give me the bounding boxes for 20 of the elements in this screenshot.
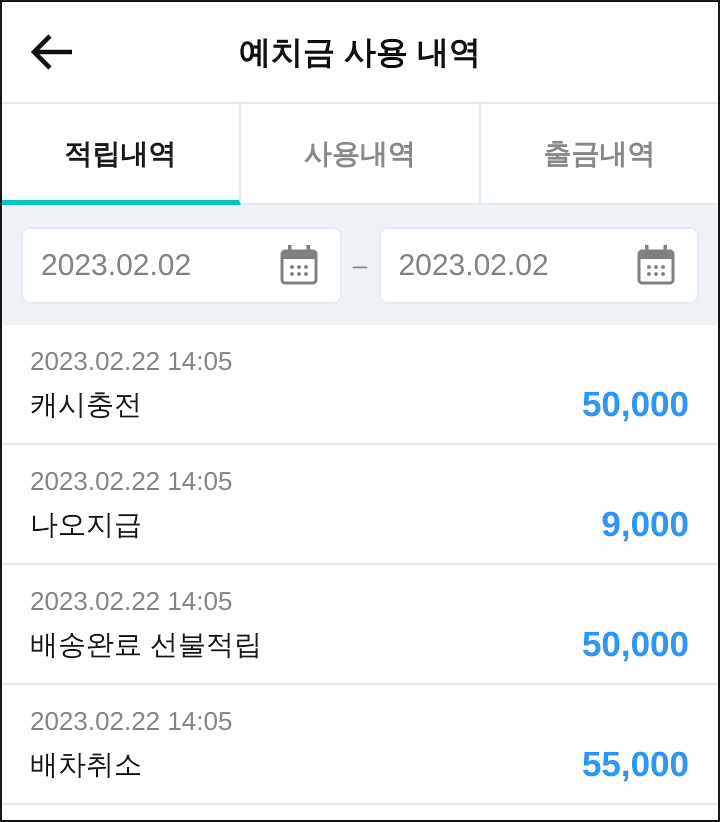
transaction-description: 나오지급	[30, 508, 142, 542]
date-separator: –	[352, 252, 368, 278]
transaction-datetime: 2023.02.22 14:05	[30, 586, 232, 617]
calendar-icon	[280, 245, 318, 285]
transaction-description: 배송완료 선불적립	[30, 628, 262, 662]
back-arrow-icon	[30, 34, 74, 70]
transaction-amount: 9,000	[601, 507, 689, 543]
transaction-amount: 55,000	[582, 747, 689, 783]
transaction-amount: 50,000	[582, 627, 689, 663]
transaction-description: 캐시충전	[30, 388, 142, 422]
page-title: 예치금 사용 내역	[239, 36, 481, 68]
transaction-datetime: 2023.02.22 14:05	[30, 466, 232, 497]
transaction-datetime: 2023.02.22 14:05	[30, 346, 232, 377]
back-button[interactable]	[30, 34, 74, 70]
transaction-description: 배차취소	[30, 748, 142, 782]
date-field[interactable]: 2023.02.02	[21, 226, 342, 304]
transaction-datetime: 2023.02.22 14:05	[30, 706, 232, 737]
date-field[interactable]: 2023.02.02	[378, 226, 699, 304]
transaction-amount: 50,000	[582, 387, 689, 423]
calendar-icon	[637, 245, 675, 285]
